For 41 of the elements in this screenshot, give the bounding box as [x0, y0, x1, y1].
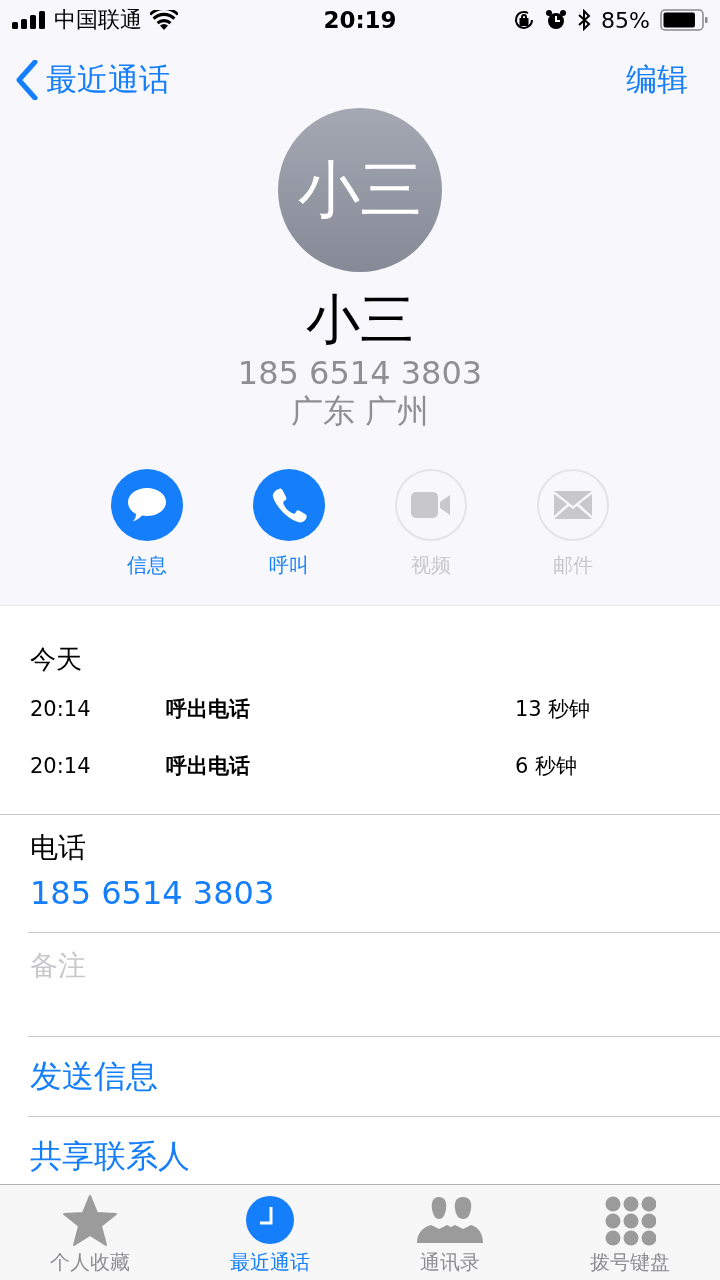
carrier-name: 中国联通 — [54, 6, 142, 34]
call-duration: 6 秒钟 — [515, 752, 578, 780]
edit-button[interactable]: 编辑 — [626, 59, 688, 101]
location-text: 广东 广州 — [290, 392, 430, 430]
battery-icon — [660, 9, 708, 31]
phone-number: 185 6514 3803 — [237, 354, 483, 392]
keypad-icon — [604, 1195, 656, 1247]
phone-icon — [271, 487, 307, 523]
call-duration: 13 秒钟 — [515, 695, 591, 723]
star-icon — [63, 1195, 117, 1247]
tab[interactable]: 个人收藏 — [0, 1185, 180, 1280]
call-time: 20:14 — [30, 753, 91, 778]
chevron-left-icon — [16, 60, 38, 100]
alarm-icon — [545, 9, 568, 31]
tab[interactable]: 拨号键盘 — [540, 1185, 720, 1280]
signal-icon — [12, 11, 46, 29]
section-heading: 今天 — [30, 643, 83, 676]
action-label: 呼叫 — [269, 552, 309, 578]
call-type: 呼出电话 — [166, 753, 250, 778]
tab[interactable]: 通讯录 — [360, 1185, 540, 1280]
action-link[interactable]: 共享联系人 — [30, 1134, 190, 1178]
clock-icon — [245, 1195, 295, 1245]
wifi-icon — [150, 10, 178, 30]
envelope-icon — [554, 491, 592, 519]
battery-percent: 85% — [601, 7, 650, 33]
contact-name: 小三 — [306, 290, 414, 350]
tab[interactable]: 最近通话 — [180, 1185, 360, 1280]
video-camera-icon — [411, 492, 451, 518]
action-label: 信息 — [127, 552, 167, 578]
field-label: 电话 — [30, 831, 86, 864]
rotation-lock-icon — [513, 9, 536, 31]
call-time: 20:14 — [30, 696, 91, 721]
people-icon — [417, 1195, 483, 1243]
bluetooth-icon — [577, 9, 592, 31]
clock-time: 20:19 — [323, 7, 397, 33]
avatar: 小三 — [278, 108, 442, 272]
action-link[interactable]: 发送信息 — [30, 1054, 158, 1098]
back-button[interactable]: 最近通话 — [16, 59, 170, 101]
speech-bubble-icon — [126, 486, 168, 524]
phone-link[interactable]: 185 6514 3803 — [30, 871, 275, 915]
call-type: 呼出电话 — [166, 696, 250, 721]
